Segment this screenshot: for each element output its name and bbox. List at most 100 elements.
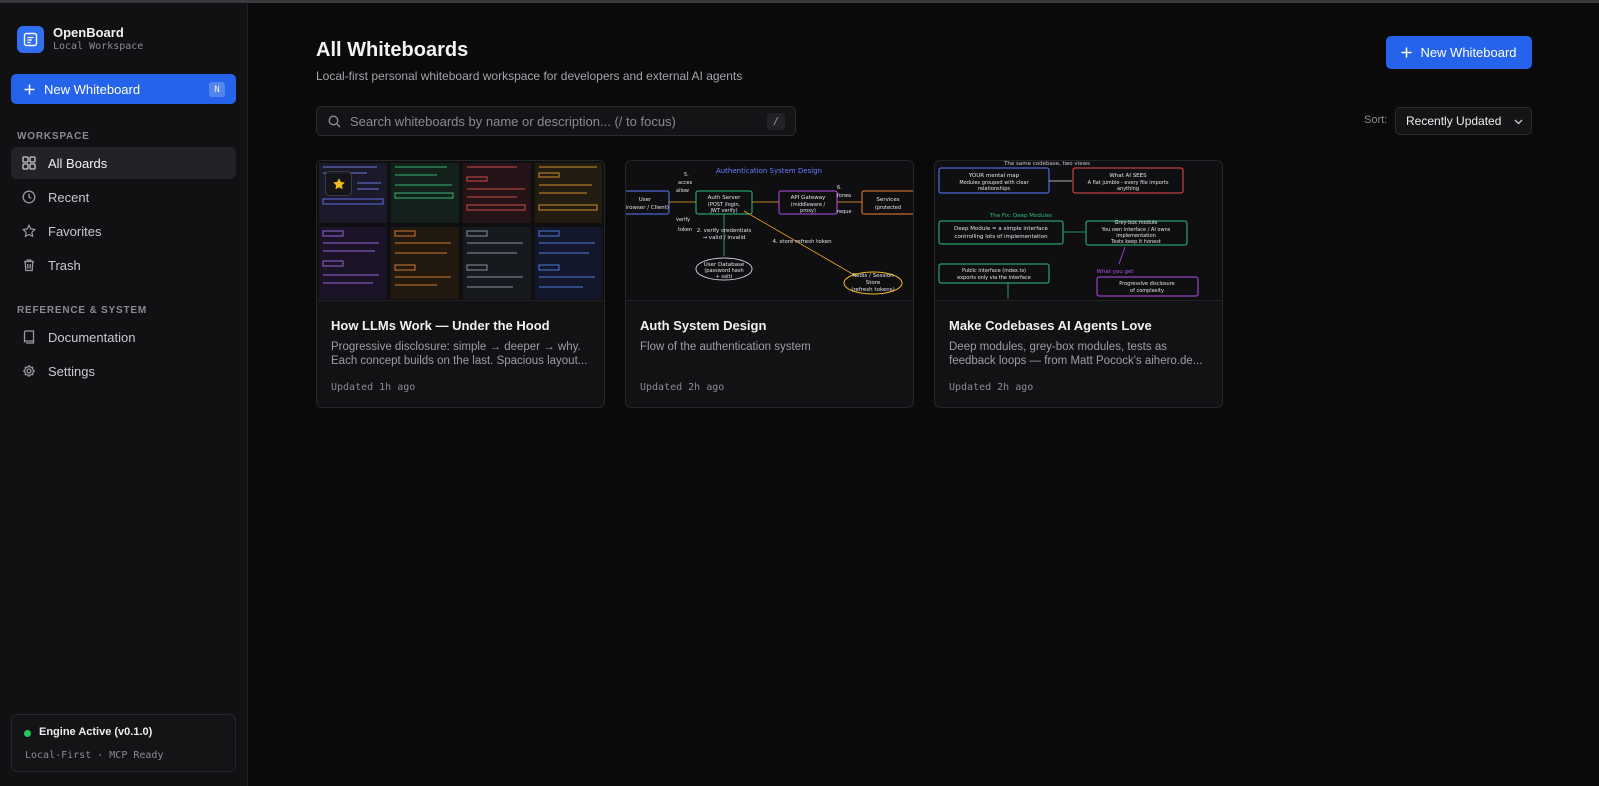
thumb-edge: 4. store refresh token xyxy=(772,239,832,245)
plus-icon xyxy=(1401,47,1412,58)
board-title: Auth System Design xyxy=(640,318,767,333)
sidebar-item-documentation[interactable]: Documentation xyxy=(11,321,236,353)
sidebar: OpenBoard Local Workspace New Whiteboard… xyxy=(0,3,248,786)
thumb-label: What you get xyxy=(1096,269,1134,275)
page-subtitle: Local-first personal whiteboard workspac… xyxy=(316,69,743,83)
board-card[interactable]: The same codebase, two views YOUR mental… xyxy=(934,160,1223,408)
trash-icon xyxy=(24,259,34,272)
app-logo-icon xyxy=(17,26,44,53)
gear-icon xyxy=(23,365,35,377)
svg-text:YOUR mental map: YOUR mental map xyxy=(968,173,1020,179)
svg-text:5.: 5. xyxy=(684,172,689,178)
new-whiteboard-label: New Whiteboard xyxy=(1420,45,1517,60)
svg-text:verify: verify xyxy=(676,217,690,223)
board-description: Deep modules, grey-box modules, tests as… xyxy=(949,341,1203,367)
svg-text:Public interface (index.ts): Public interface (index.ts) xyxy=(962,268,1026,274)
board-updated: Updated 2h ago xyxy=(949,382,1034,393)
svg-text:JWT verify): JWT verify) xyxy=(709,208,737,214)
engine-detail-text: Local-First · MCP Ready xyxy=(25,750,164,761)
svg-text:allow: allow xyxy=(676,188,689,194)
svg-text:What AI SEES: What AI SEES xyxy=(1109,173,1147,179)
book-icon xyxy=(23,330,35,344)
app-name: OpenBoard xyxy=(53,25,124,40)
plus-icon xyxy=(24,84,35,94)
sidebar-item-label: Trash xyxy=(48,257,81,273)
shortcut-badge: N xyxy=(209,82,225,97)
engine-status-panel: Engine Active (v0.1.0) Local-First · MCP… xyxy=(11,714,236,772)
svg-text:(refresh tokens): (refresh tokens) xyxy=(851,287,895,293)
board-title: How LLMs Work — Under the Hood xyxy=(331,318,550,333)
thumb-heading: The same codebase, two views xyxy=(1003,161,1090,167)
svg-text:Auth Server: Auth Server xyxy=(708,195,741,201)
board-card[interactable]: How LLMs Work — Under the Hood Progressi… xyxy=(316,160,605,408)
board-description: Flow of the authentication system xyxy=(640,341,811,353)
workspace-section-label: WORKSPACE xyxy=(17,131,90,142)
thumb-label: The Fix: Deep Modules xyxy=(989,213,1052,219)
svg-text:Store: Store xyxy=(866,280,881,286)
thumb-heading: Authentication System Design xyxy=(716,167,822,175)
sidebar-item-label: Recent xyxy=(48,189,90,205)
search-shortcut-badge: / xyxy=(767,113,785,130)
svg-text:relationships: relationships xyxy=(978,186,1010,192)
svg-text:6.: 6. xyxy=(837,185,842,191)
board-thumbnail xyxy=(317,161,604,301)
sidebar-item-settings[interactable]: Settings xyxy=(11,355,236,387)
svg-text:of complexity: of complexity xyxy=(1130,288,1164,294)
clock-icon xyxy=(22,190,36,204)
board-title: Make Codebases AI Agents Love xyxy=(949,318,1152,333)
svg-text:forwa: forwa xyxy=(837,193,851,199)
svg-text:Deep Module = a simple interfa: Deep Module = a simple interface xyxy=(954,226,1049,232)
svg-text:(protected: (protected xyxy=(875,205,901,211)
svg-text:controlling lots of implementa: controlling lots of implementation xyxy=(954,234,1048,240)
svg-text:acces: acces xyxy=(678,180,693,186)
board-thumbnail: The same codebase, two views YOUR mental… xyxy=(935,161,1222,301)
svg-text:Services: Services xyxy=(876,197,899,203)
svg-text:Progressive disclosure: Progressive disclosure xyxy=(1119,281,1175,287)
reference-section-label: REFERENCE & SYSTEM xyxy=(17,305,147,316)
sidebar-item-trash[interactable]: Trash xyxy=(11,249,236,281)
brand[interactable]: OpenBoard Local Workspace xyxy=(17,25,143,54)
grid-icon xyxy=(22,156,36,170)
thumb-edge: 2. verify credentials xyxy=(697,228,752,234)
svg-text:reque: reque xyxy=(837,209,851,215)
sidebar-new-whiteboard-button[interactable]: New Whiteboard N xyxy=(11,74,236,104)
svg-text:proxy): proxy) xyxy=(800,208,816,214)
board-updated: Updated 1h ago xyxy=(331,382,416,393)
board-updated: Updated 2h ago xyxy=(640,382,725,393)
status-dot-icon xyxy=(24,730,31,737)
sort-label: Sort: xyxy=(1364,114,1388,126)
svg-text:Tests keep it honest: Tests keep it honest xyxy=(1110,239,1161,245)
board-thumbnail: Authentication System Design User (Brows… xyxy=(626,161,913,301)
svg-text:+ salt): + salt) xyxy=(716,274,733,280)
sidebar-item-all-boards[interactable]: All Boards xyxy=(11,147,236,179)
sidebar-item-favorites[interactable]: Favorites xyxy=(11,215,236,247)
svg-text:Redis / Session: Redis / Session xyxy=(852,273,894,279)
sidebar-item-label: Documentation xyxy=(48,329,136,345)
search-input[interactable] xyxy=(350,113,750,129)
chevron-down-icon xyxy=(1514,119,1523,125)
svg-text:token: token xyxy=(678,227,692,233)
svg-text:User: User xyxy=(639,197,652,203)
page-title: All Whiteboards xyxy=(316,39,469,61)
sidebar-item-label: Settings xyxy=(48,363,95,379)
sidebar-item-recent[interactable]: Recent xyxy=(11,181,236,213)
thumb-edge: → valid / invalid xyxy=(702,235,745,241)
board-description: Progressive disclosure: simple → deeper … xyxy=(331,341,588,367)
new-whiteboard-label: New Whiteboard xyxy=(44,81,141,97)
svg-text:anything: anything xyxy=(1117,186,1139,192)
search-bar: / xyxy=(316,106,796,136)
favorite-star-icon[interactable] xyxy=(325,171,352,196)
svg-text:API Gateway: API Gateway xyxy=(791,195,826,201)
board-card[interactable]: Authentication System Design User (Brows… xyxy=(625,160,914,408)
sort-select[interactable]: Recently Updated xyxy=(1395,107,1532,135)
sidebar-item-label: All Boards xyxy=(48,155,108,171)
app-subtitle: Local Workspace xyxy=(53,41,144,52)
new-whiteboard-button[interactable]: New Whiteboard xyxy=(1386,36,1532,69)
svg-text:exports only via the interface: exports only via the interface xyxy=(957,275,1031,281)
svg-text:(Browser / Client): (Browser / Client) xyxy=(626,205,669,211)
sort-value: Recently Updated xyxy=(1406,114,1502,128)
star-icon xyxy=(22,224,36,238)
search-icon xyxy=(328,114,341,127)
svg-text:Grey-box module: Grey-box module xyxy=(1115,220,1158,226)
engine-status-text: Engine Active (v0.1.0) xyxy=(39,726,153,738)
